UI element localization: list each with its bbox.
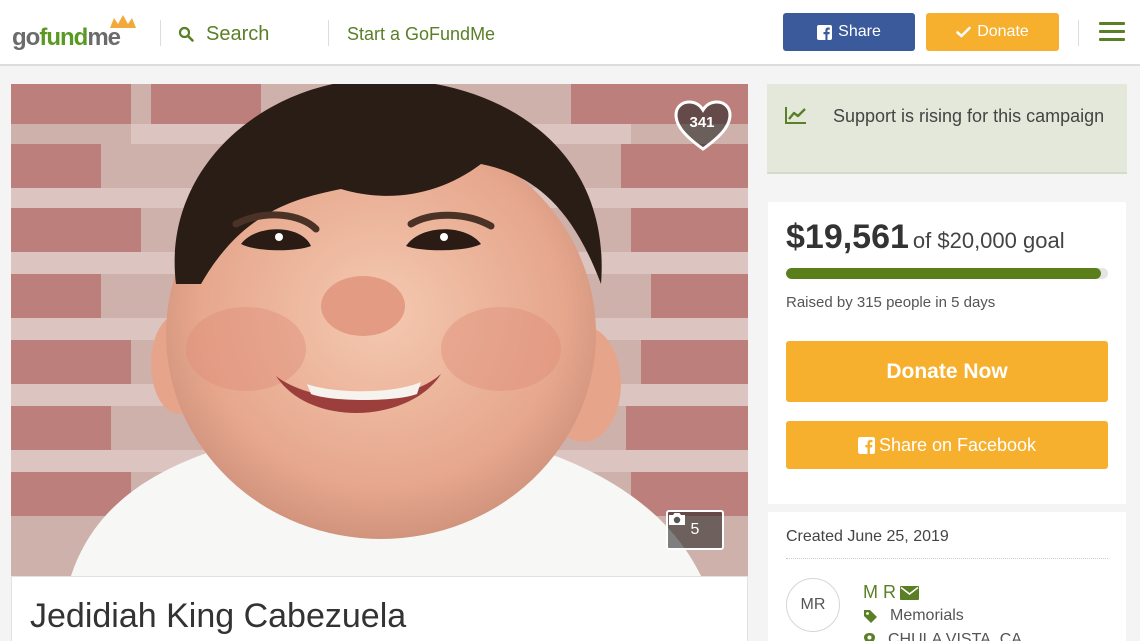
raised-by-text: Raised by 315 people in 5 days xyxy=(786,294,996,311)
facebook-icon xyxy=(857,436,875,454)
checkmark-icon xyxy=(956,26,972,38)
category-label: Memorials xyxy=(890,607,964,624)
envelope-icon[interactable] xyxy=(900,585,919,600)
donate-label: Donate xyxy=(977,23,1029,40)
search-icon xyxy=(178,26,194,42)
location-row: CHULA VISTA, CA xyxy=(863,631,1022,641)
donate-button[interactable]: Donate xyxy=(926,13,1059,51)
site-header: gofundme Search Start a GoFundMe Share D… xyxy=(0,0,1140,66)
amount-line: $19,561 of $20,000 goal xyxy=(786,218,1065,257)
heart-count: 341 xyxy=(689,114,715,131)
crown-icon xyxy=(110,15,136,28)
header-divider xyxy=(328,20,329,46)
search-link[interactable]: Search xyxy=(178,22,269,46)
share-label: Share xyxy=(838,23,881,40)
funding-card: $19,561 of $20,000 goal Raised by 315 peo… xyxy=(768,202,1126,504)
gofundme-logo[interactable]: gofundme xyxy=(12,14,138,51)
location-label: CHULA VISTA, CA xyxy=(888,631,1022,641)
campaign-title: Jedidiah King Cabezuela xyxy=(30,597,407,635)
organizer-name: M R xyxy=(863,582,896,602)
title-card: Jedidiah King Cabezuela xyxy=(11,576,748,641)
photo-count: 5 xyxy=(690,521,700,538)
logo-wordmark: gofundme xyxy=(12,24,121,51)
donate-now-button[interactable]: Donate Now xyxy=(786,341,1108,402)
trending-banner: Support is rising for this campaign xyxy=(767,84,1127,174)
goal-text: of $20,000 goal xyxy=(912,228,1065,253)
created-date: Created June 25, 2019 xyxy=(786,528,949,545)
campaign-photo[interactable]: 341 5 xyxy=(11,84,748,576)
header-divider xyxy=(160,20,161,46)
facebook-icon xyxy=(817,24,833,40)
share-facebook-button[interactable]: Share on Facebook xyxy=(786,421,1108,469)
location-pin-icon xyxy=(864,633,875,641)
share-button[interactable]: Share xyxy=(783,13,915,51)
camera-icon xyxy=(669,513,685,525)
trending-text: Support is rising for this campaign xyxy=(833,106,1105,126)
amount-raised: $19,561 xyxy=(786,218,909,256)
divider xyxy=(786,558,1108,559)
child-portrait-image xyxy=(11,84,748,576)
organizer-name-link[interactable]: M R xyxy=(863,582,919,603)
share-facebook-label: Share on Facebook xyxy=(878,434,1037,455)
category-row[interactable]: Memorials xyxy=(863,607,964,625)
avatar: MR xyxy=(786,578,840,632)
search-label: Search xyxy=(206,22,270,45)
tag-icon xyxy=(864,609,877,623)
hamburger-menu-icon[interactable] xyxy=(1099,22,1125,42)
start-gofundme-link[interactable]: Start a GoFundMe xyxy=(347,24,495,45)
header-divider xyxy=(1078,20,1079,46)
trending-chart-icon xyxy=(785,107,806,124)
progress-bar xyxy=(786,268,1108,279)
progress-fill xyxy=(786,268,1101,279)
organizer-card: Created June 25, 2019 MR M R Memorials C… xyxy=(768,512,1126,641)
photo-gallery-button[interactable]: 5 xyxy=(666,510,724,550)
